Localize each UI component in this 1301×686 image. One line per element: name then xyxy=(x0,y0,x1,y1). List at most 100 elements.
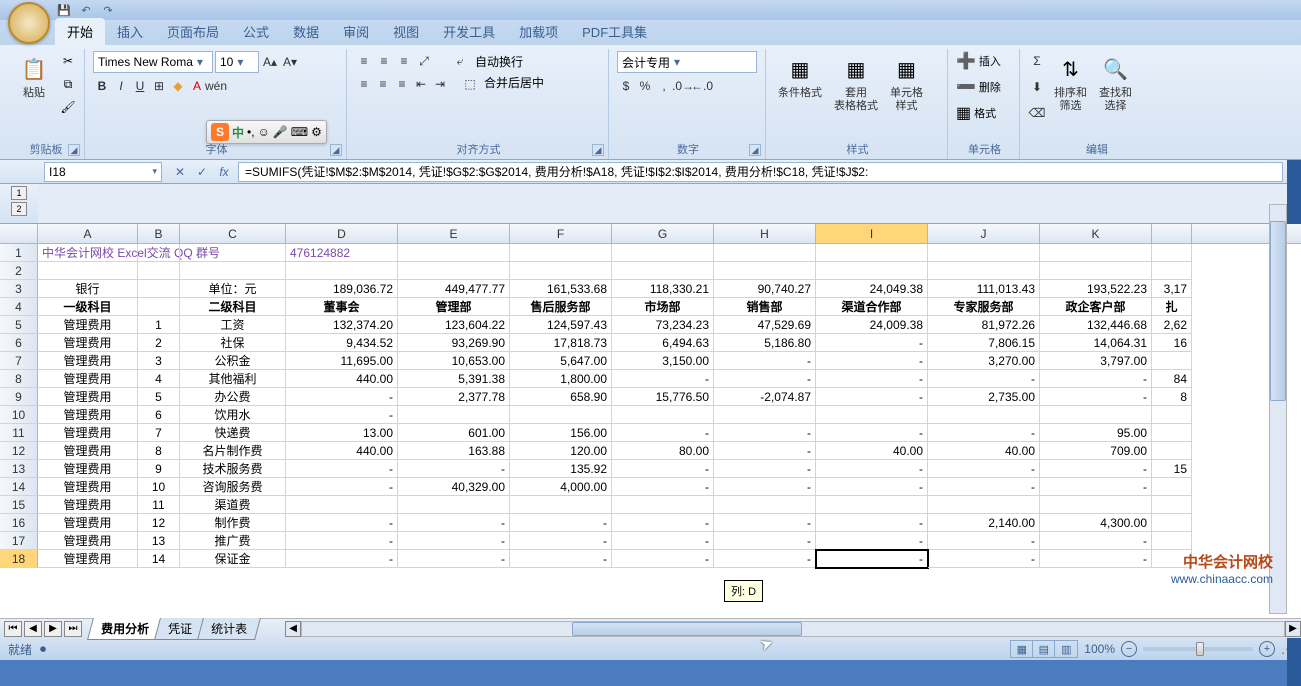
cell[interactable]: 二级科目 xyxy=(180,298,286,316)
qat-redo-icon[interactable]: ↷ xyxy=(99,2,117,18)
cell[interactable]: - xyxy=(612,550,714,568)
cell[interactable]: - xyxy=(398,550,510,568)
cell[interactable]: 11,695.00 xyxy=(286,352,398,370)
row-header[interactable]: 16 xyxy=(0,514,38,532)
cell[interactable]: - xyxy=(612,532,714,550)
cell[interactable] xyxy=(398,496,510,514)
cell[interactable] xyxy=(180,244,286,262)
cell[interactable]: - xyxy=(816,388,928,406)
cell[interactable]: - xyxy=(816,514,928,532)
row-header[interactable]: 4 xyxy=(0,298,38,316)
cell[interactable]: 6,494.63 xyxy=(612,334,714,352)
row-header[interactable]: 6 xyxy=(0,334,38,352)
cell[interactable]: - xyxy=(1040,532,1152,550)
cell[interactable]: 4,000.00 xyxy=(510,478,612,496)
cell[interactable]: 其他福利 xyxy=(180,370,286,388)
cell[interactable] xyxy=(510,496,612,514)
ime-keyboard-icon[interactable]: ⌨ xyxy=(291,125,308,139)
align-top-icon[interactable]: ≡ xyxy=(355,51,373,71)
cell[interactable]: 709.00 xyxy=(1040,442,1152,460)
cell[interactable]: - xyxy=(510,550,612,568)
comma-icon[interactable]: , xyxy=(655,76,673,96)
qat-undo-icon[interactable]: ↶ xyxy=(77,2,95,18)
align-bottom-icon[interactable]: ≡ xyxy=(395,51,413,71)
cell[interactable]: 管理费用 xyxy=(38,460,138,478)
tab-pdf[interactable]: PDF工具集 xyxy=(570,18,659,45)
cell[interactable]: - xyxy=(816,532,928,550)
cell[interactable]: - xyxy=(714,460,816,478)
cell[interactable]: 管理费用 xyxy=(38,496,138,514)
cell[interactable]: 扎 xyxy=(1152,298,1192,316)
select-all-corner[interactable] xyxy=(0,224,38,243)
spreadsheet-grid[interactable]: A B C D E F G H I J K 1中华会计网校 Excel交流 QQ… xyxy=(0,224,1301,618)
sheet-tab[interactable]: 费用分析 xyxy=(87,618,163,640)
cell[interactable]: 156.00 xyxy=(510,424,612,442)
cell[interactable]: 中华会计网校 Excel交流 QQ 群号 xyxy=(38,244,138,262)
fill-color-icon[interactable]: ◆ xyxy=(169,76,187,96)
cell[interactable]: - xyxy=(1040,388,1152,406)
cell[interactable] xyxy=(928,496,1040,514)
cell[interactable]: 政企客户部 xyxy=(1040,298,1152,316)
row-header[interactable]: 1 xyxy=(0,244,38,262)
font-size-combo[interactable]: 10▾ xyxy=(215,51,259,73)
cell[interactable]: - xyxy=(714,478,816,496)
tab-review[interactable]: 审阅 xyxy=(331,18,381,45)
row-header[interactable]: 7 xyxy=(0,352,38,370)
cell[interactable]: 董事会 xyxy=(286,298,398,316)
col-header[interactable] xyxy=(1152,224,1192,243)
merge-label[interactable]: 合并后居中 xyxy=(484,74,544,94)
zoom-out-button[interactable]: − xyxy=(1121,641,1137,657)
number-expand[interactable]: ◢ xyxy=(749,144,761,156)
cell[interactable]: 123,604.22 xyxy=(398,316,510,334)
cell[interactable]: 5,186.80 xyxy=(714,334,816,352)
cell[interactable]: 132,446.68 xyxy=(1040,316,1152,334)
cell[interactable]: 2,377.78 xyxy=(398,388,510,406)
cell[interactable]: 163.88 xyxy=(398,442,510,460)
tab-layout[interactable]: 页面布局 xyxy=(155,18,231,45)
cell[interactable] xyxy=(1152,496,1192,514)
tab-developer[interactable]: 开发工具 xyxy=(431,18,507,45)
ime-emoji-icon[interactable]: ☺ xyxy=(258,125,270,139)
wrap-label[interactable]: 自动换行 xyxy=(475,53,523,70)
zoom-slider[interactable] xyxy=(1143,647,1253,651)
cell[interactable]: 24,009.38 xyxy=(816,316,928,334)
sort-filter-button[interactable]: ⇅排序和 筛选 xyxy=(1050,51,1091,123)
col-header[interactable]: A xyxy=(38,224,138,243)
cell[interactable]: 9,434.52 xyxy=(286,334,398,352)
col-header[interactable]: I xyxy=(816,224,928,243)
cell[interactable]: 17,818.73 xyxy=(510,334,612,352)
sheet-nav-first[interactable]: ⏮ xyxy=(4,621,22,637)
sheet-nav-next[interactable]: ▶ xyxy=(44,621,62,637)
cell[interactable]: 449,477.77 xyxy=(398,280,510,298)
cell[interactable] xyxy=(928,262,1040,280)
cell[interactable]: 8 xyxy=(1152,388,1192,406)
cell[interactable] xyxy=(1152,406,1192,424)
cell[interactable]: - xyxy=(816,478,928,496)
underline-icon[interactable]: U xyxy=(131,76,149,96)
cell[interactable]: 单位：元 xyxy=(180,280,286,298)
cell[interactable]: 47,529.69 xyxy=(714,316,816,334)
row-header[interactable]: 12 xyxy=(0,442,38,460)
col-header[interactable]: D xyxy=(286,224,398,243)
cell[interactable]: 银行 xyxy=(38,280,138,298)
cell[interactable]: -2,074.87 xyxy=(714,388,816,406)
view-normal-icon[interactable]: ▦ xyxy=(1011,641,1033,657)
row-header[interactable]: 14 xyxy=(0,478,38,496)
align-right-icon[interactable]: ≡ xyxy=(393,74,411,94)
cell[interactable]: - xyxy=(286,406,398,424)
cell[interactable]: 132,374.20 xyxy=(286,316,398,334)
phonetic-icon[interactable]: wén xyxy=(207,76,225,96)
cell[interactable]: 管理费用 xyxy=(38,334,138,352)
cell[interactable]: - xyxy=(1040,460,1152,478)
row-header[interactable]: 9 xyxy=(0,388,38,406)
cell[interactable] xyxy=(816,244,928,262)
outline-level-2[interactable]: 2 xyxy=(11,202,27,216)
cell[interactable] xyxy=(714,262,816,280)
hscroll-right[interactable]: ▶ xyxy=(1285,621,1301,637)
cell[interactable]: 40.00 xyxy=(816,442,928,460)
font-expand[interactable]: ◢ xyxy=(330,144,342,156)
cell[interactable]: 2,735.00 xyxy=(928,388,1040,406)
cell[interactable]: 81,972.26 xyxy=(928,316,1040,334)
cell[interactable] xyxy=(1152,424,1192,442)
cell[interactable]: - xyxy=(928,460,1040,478)
